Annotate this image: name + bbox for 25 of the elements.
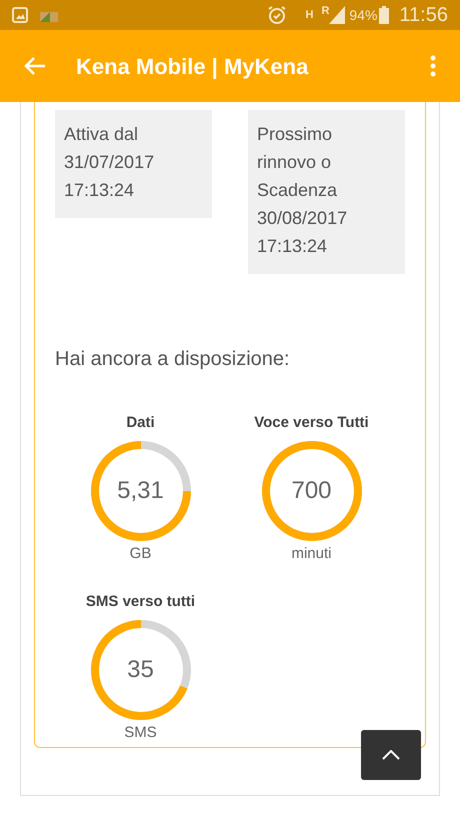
gauge-title: SMS verso tutti [86,592,196,612]
signal-icon [329,6,346,24]
more-options-icon[interactable] [430,55,436,77]
gauge-unit: minuti [291,544,332,564]
gauge-unit: GB [130,544,152,564]
gauge-title: Voce verso Tutti [254,413,369,433]
image-icon [12,7,28,23]
date-info: Attiva dal 31/07/2017 17:13:24 [55,110,212,218]
gauge-value: 5,31 [117,476,164,506]
clock: 11:56 [399,3,448,28]
section-heading: Hai ancora a disposizione: [55,347,291,372]
gauge-unit: SMS [124,722,157,742]
scroll-to-top-button[interactable] [361,730,421,780]
date-info: Prossimo rinnovo o Scadenza 30/08/2017 17:13:24 [248,110,405,274]
app-title: Kena Mobile | MyKena [76,52,310,81]
gauge-value: 35 [127,654,154,684]
alarm-icon [267,5,288,25]
back-arrow-icon[interactable] [24,56,46,76]
battery-icon [379,6,390,24]
roaming-label: R [321,6,330,17]
gauge-value: 700 [291,476,332,506]
battery-percent: 94% [349,6,378,24]
chevron-up-icon [382,750,400,760]
gauge-title: Dati [126,413,155,433]
network-type-label: H [305,10,314,20]
